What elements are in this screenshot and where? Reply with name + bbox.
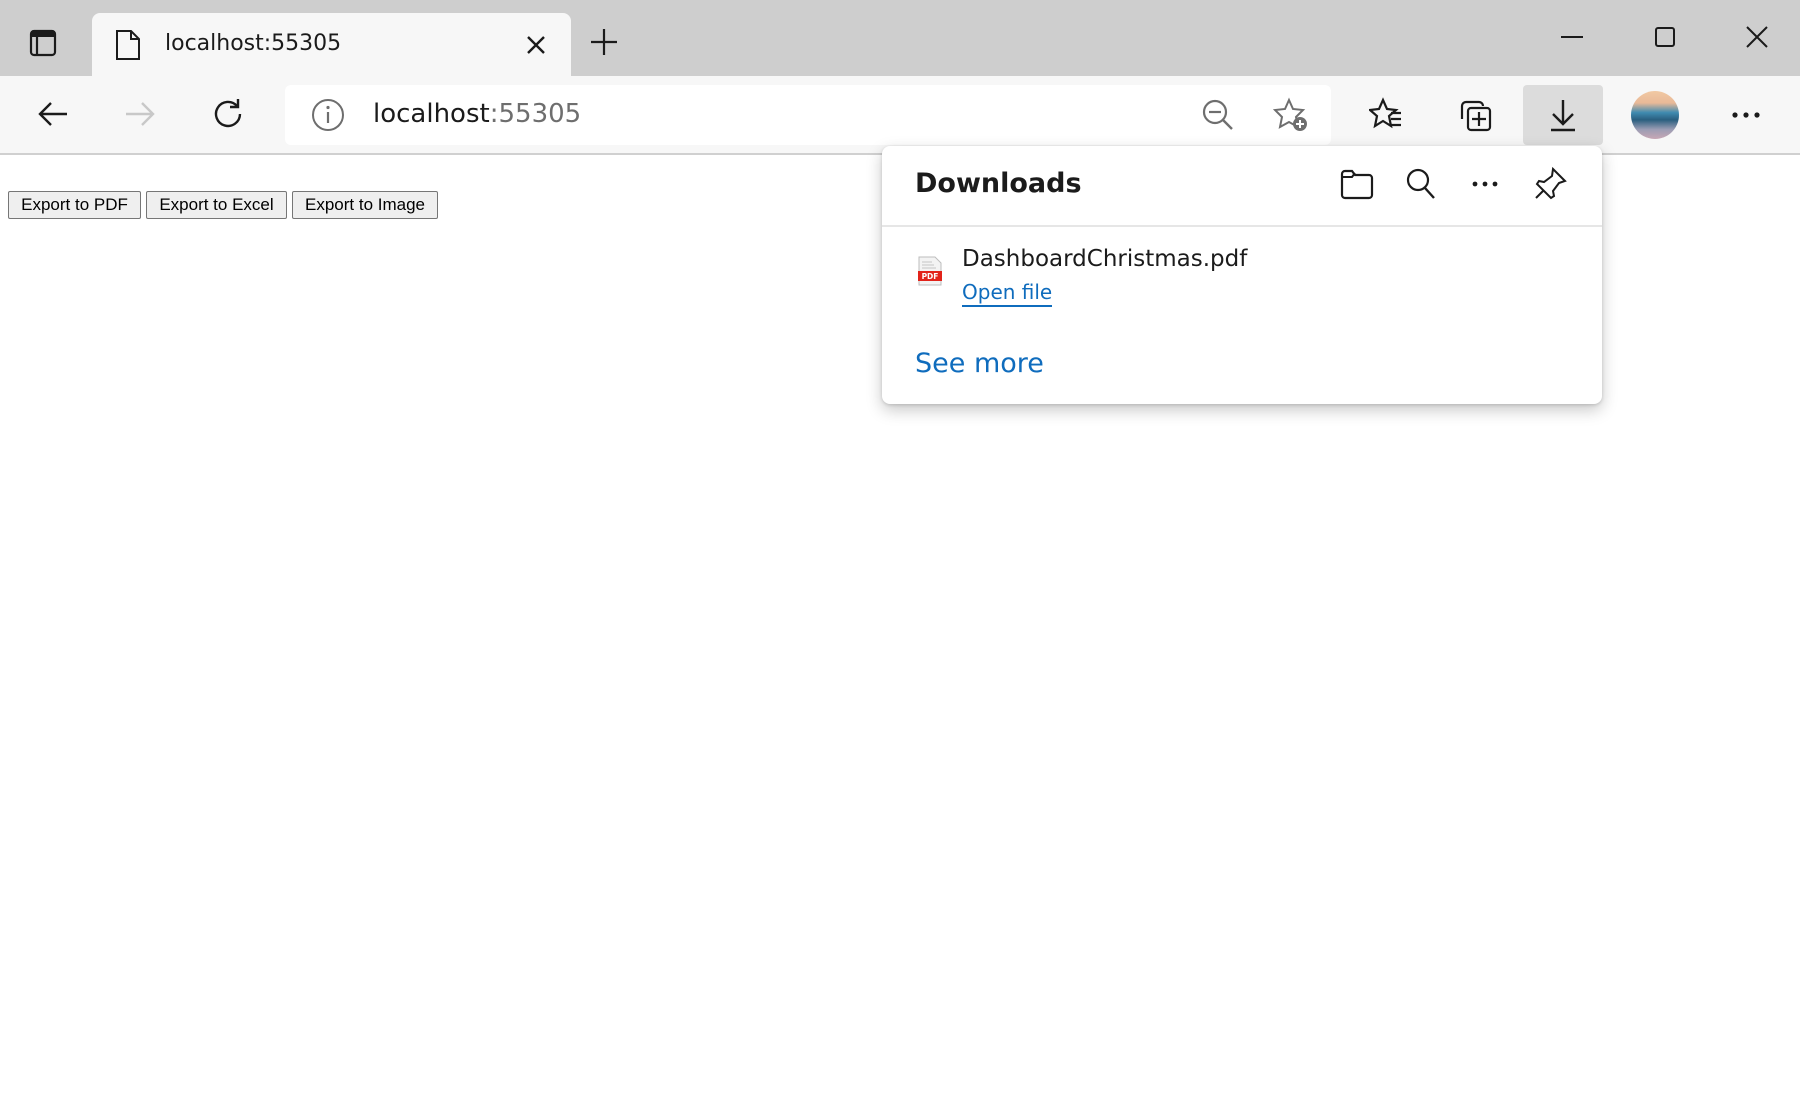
zoom-out-icon[interactable] bbox=[1200, 97, 1236, 133]
more-options-icon[interactable] bbox=[1467, 166, 1503, 202]
url-port: :55305 bbox=[489, 99, 582, 129]
refresh-icon[interactable] bbox=[210, 96, 246, 132]
more-icon[interactable] bbox=[1728, 97, 1764, 133]
search-icon[interactable] bbox=[1403, 166, 1439, 202]
browser-tab[interactable]: localhost:55305 bbox=[92, 13, 571, 76]
export-image-button[interactable]: Export to Image bbox=[292, 191, 438, 219]
download-icon bbox=[1551, 100, 1575, 132]
close-tab-icon[interactable] bbox=[524, 33, 548, 57]
maximize-icon[interactable] bbox=[1650, 22, 1680, 52]
pdf-file-icon: PDF bbox=[918, 256, 942, 286]
navigation-toolbar: localhost:55305 bbox=[0, 76, 1800, 155]
downloads-button[interactable] bbox=[1523, 85, 1603, 145]
export-pdf-button[interactable]: Export to PDF bbox=[8, 191, 141, 219]
info-icon[interactable] bbox=[310, 97, 346, 133]
forward-icon[interactable] bbox=[122, 96, 158, 132]
tab-title: localhost:55305 bbox=[165, 31, 342, 56]
pin-icon[interactable] bbox=[1532, 166, 1568, 202]
address-bar[interactable]: localhost:55305 bbox=[285, 85, 1331, 145]
open-folder-icon[interactable] bbox=[1339, 166, 1375, 202]
downloads-title: Downloads bbox=[915, 168, 1082, 199]
collections-icon[interactable] bbox=[1457, 97, 1493, 133]
new-tab-icon[interactable] bbox=[590, 28, 618, 56]
download-filename[interactable]: DashboardChristmas.pdf bbox=[962, 246, 1247, 272]
url-text[interactable]: localhost:55305 bbox=[373, 99, 581, 129]
title-bar: localhost:55305 bbox=[0, 0, 1800, 76]
minimize-icon[interactable] bbox=[1557, 22, 1587, 52]
add-favorite-icon[interactable] bbox=[1273, 97, 1309, 133]
panel-divider bbox=[882, 225, 1602, 227]
back-icon[interactable] bbox=[35, 96, 71, 132]
svg-text:PDF: PDF bbox=[922, 272, 939, 281]
url-host: localhost bbox=[373, 99, 490, 129]
page-icon bbox=[116, 30, 140, 60]
export-excel-button[interactable]: Export to Excel bbox=[146, 191, 287, 219]
see-more-link[interactable]: See more bbox=[915, 348, 1044, 379]
downloads-panel: Downloads PDF DashboardChristmas.pdf Ope… bbox=[882, 146, 1602, 404]
profile-avatar[interactable] bbox=[1631, 91, 1679, 139]
window-close-icon[interactable] bbox=[1742, 22, 1772, 52]
favorites-icon[interactable] bbox=[1369, 97, 1405, 133]
open-file-link[interactable]: Open file bbox=[962, 280, 1053, 307]
tab-actions-icon[interactable] bbox=[28, 28, 58, 58]
